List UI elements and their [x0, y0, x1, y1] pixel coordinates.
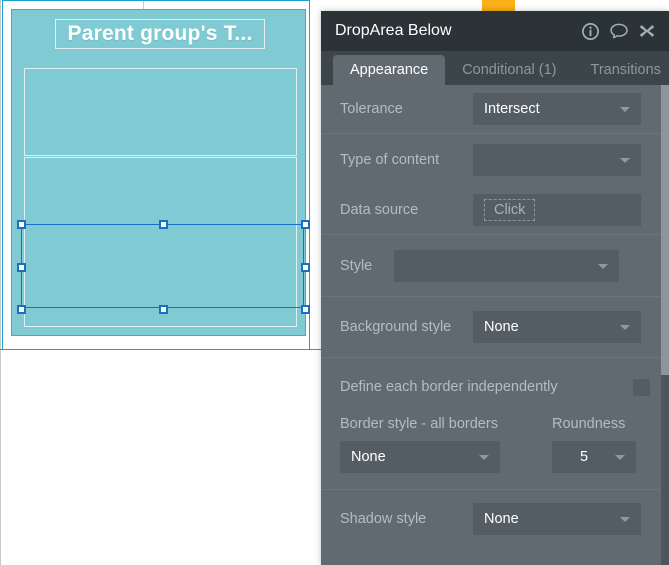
tab-transitions-label: Transitions [590, 62, 661, 78]
tab-appearance[interactable]: Appearance [333, 55, 446, 85]
active-tab-indicator[interactable] [482, 0, 515, 11]
resize-handle-middle-left[interactable] [17, 263, 26, 272]
section-shadow-style: Shadow style None [321, 490, 669, 547]
background-style-value: None [484, 319, 519, 335]
tab-conditional-label: Conditional (1) [462, 62, 557, 78]
tolerance-value: Intersect [484, 101, 540, 117]
roundness-dropdown[interactable]: 5 [552, 441, 636, 473]
type-of-content-dropdown[interactable] [473, 144, 641, 176]
property-editor-panel: DropArea Below Appearance Conditional (1… [321, 11, 669, 565]
panel-header: DropArea Below [321, 11, 669, 51]
data-source-click-button[interactable]: Click [484, 199, 536, 221]
shadow-style-dropdown[interactable]: None [473, 502, 641, 535]
define-each-border-checkbox[interactable] [633, 378, 650, 396]
row-style: Style [321, 235, 669, 296]
close-icon[interactable] [639, 23, 655, 39]
info-icon[interactable] [582, 22, 599, 40]
section-tolerance: Tolerance Intersect [321, 85, 669, 134]
app-root: Parent group's T... DropArea Below Appea… [0, 0, 669, 565]
border-controls-row: None 5 [340, 441, 669, 473]
resize-handle-top-right[interactable] [301, 220, 310, 229]
section-border: Define each border independently Border … [321, 358, 669, 490]
row-data-source: Data source Click [321, 186, 669, 234]
border-labels-row: Border style - all borders Roundness [340, 416, 669, 432]
panel-tab-bar: Appearance Conditional (1) Transitions [321, 51, 669, 85]
design-canvas[interactable]: Parent group's T... [0, 0, 330, 565]
panel-scrollbar-thumb[interactable] [661, 85, 669, 375]
row-background-style: Background style None [321, 297, 669, 357]
tolerance-dropdown[interactable]: Intersect [473, 93, 641, 125]
shadow-style-value: None [484, 510, 519, 527]
comment-icon[interactable] [610, 23, 628, 40]
group-title-text[interactable]: Parent group's T... [55, 19, 265, 49]
resize-handle-top-center[interactable] [159, 220, 168, 229]
data-source-field[interactable]: Click [473, 194, 641, 226]
tab-transitions[interactable]: Transitions [574, 55, 669, 85]
tolerance-label: Tolerance [340, 101, 403, 117]
resize-handle-bottom-right[interactable] [301, 305, 310, 314]
row-shadow-style: Shadow style None [321, 490, 669, 547]
background-style-label: Background style [340, 319, 452, 335]
row-tolerance: Tolerance Intersect [321, 85, 669, 133]
row-define-each-border: Define each border independently [340, 372, 669, 402]
panel-body: Tolerance Intersect Type of content Data… [321, 85, 669, 565]
tab-conditional[interactable]: Conditional (1) [445, 55, 573, 85]
resize-handle-top-left[interactable] [17, 220, 26, 229]
canvas-guide-line-left [0, 0, 1, 565]
section-background-style: Background style None [321, 297, 669, 358]
page-bottom-boundary [0, 349, 322, 350]
panel-header-icons [582, 22, 655, 40]
define-each-border-label: Define each border independently [340, 379, 558, 395]
row-type-of-content: Type of content [321, 134, 669, 186]
subgroup-top[interactable] [24, 68, 297, 156]
border-style-dropdown[interactable]: None [340, 441, 500, 473]
style-label: Style [340, 257, 373, 274]
panel-title: DropArea Below [335, 22, 452, 39]
data-source-label: Data source [340, 202, 419, 218]
section-style: Style [321, 235, 669, 297]
type-of-content-label: Type of content [340, 152, 440, 168]
resize-handle-middle-right[interactable] [301, 263, 310, 272]
border-style-value: None [351, 449, 386, 465]
roundness-label: Roundness [552, 416, 626, 432]
style-dropdown[interactable] [394, 249, 619, 282]
background-style-dropdown[interactable]: None [473, 311, 641, 343]
tab-appearance-label: Appearance [350, 62, 429, 78]
shadow-style-label: Shadow style [340, 510, 427, 527]
resize-handle-bottom-center[interactable] [159, 305, 168, 314]
section-content: Type of content Data source Click [321, 134, 669, 235]
roundness-value: 5 [579, 449, 589, 465]
selected-element-outline[interactable] [17, 220, 310, 314]
resize-handle-bottom-left[interactable] [17, 305, 26, 314]
border-style-label: Border style - all borders [340, 416, 498, 432]
